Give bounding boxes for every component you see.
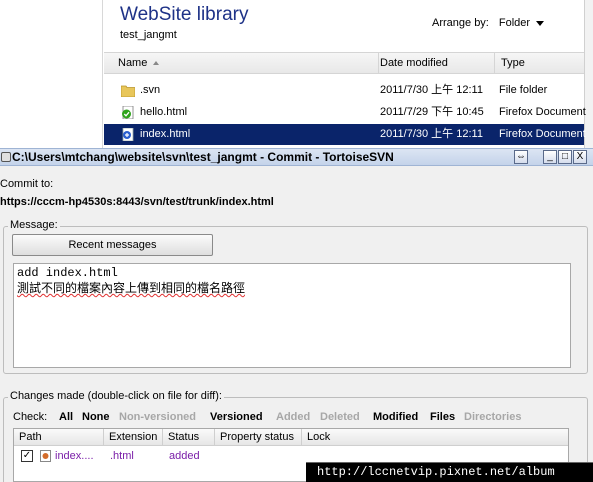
file-type: Firefox Document (499, 128, 586, 140)
commit-to-label: Commit to: (0, 178, 54, 190)
file-row-selected[interactable]: index.html 2011/7/30 上午 12:11 Firefox Do… (104, 124, 586, 145)
recent-messages-button[interactable]: Recent messages (12, 234, 213, 256)
commit-url: https://cccm-hp4530s:8443/svn/test/trunk… (0, 196, 274, 208)
file-row[interactable]: hello.html 2011/7/29 下午 10:45 Firefox Do… (104, 102, 586, 123)
chevron-down-icon[interactable] (536, 20, 545, 26)
commit-message-input[interactable]: add index.html 測試不同的檔案內容上傳到相同的檔名路徑 (13, 263, 571, 368)
close-button[interactable]: X (573, 150, 587, 164)
column-header-status[interactable]: Status (163, 429, 215, 446)
arrange-by-value[interactable]: Folder (499, 17, 530, 29)
folder-icon (121, 85, 135, 97)
dialog-title-bar[interactable]: C:\Users\mtchang\website\svn\test_jangmt… (0, 148, 593, 166)
column-header-property-status[interactable]: Property status (215, 429, 302, 446)
file-name: index.html (140, 128, 191, 140)
file-checkbox[interactable]: ✓ (21, 450, 33, 462)
filter-all[interactable]: All (59, 411, 73, 423)
watermark: http://lccnetvip.pixnet.net/album (306, 462, 593, 482)
file-name: .svn (140, 84, 161, 96)
tortoisesvn-app-icon (1, 152, 11, 162)
changes-group-title: Changes made (double-click on file for d… (8, 390, 224, 402)
filter-versioned[interactable]: Versioned (210, 411, 263, 423)
check-label: Check: (13, 411, 48, 423)
navigation-pane (0, 0, 103, 148)
file-date: 2011/7/29 下午 10:45 (380, 106, 484, 118)
restore-size-button[interactable]: ⇔ (514, 150, 528, 164)
file-type: File folder (499, 84, 548, 96)
commit-dialog: C:\Users\mtchang\website\svn\test_jangmt… (0, 148, 593, 482)
filter-directories: Directories (464, 411, 522, 423)
dialog-title: C:\Users\mtchang\website\svn\test_jangmt… (12, 150, 394, 164)
column-header-name[interactable]: Name (112, 53, 379, 74)
filter-files[interactable]: Files (430, 411, 455, 423)
column-header-lock[interactable]: Lock (302, 429, 568, 446)
message-line: 測試不同的檔案內容上傳到相同的檔名路徑 (17, 281, 246, 295)
minimize-button[interactable]: _ (543, 150, 557, 164)
file-row[interactable]: .svn 2011/7/30 上午 12:11 File folder (104, 80, 584, 101)
sort-ascending-icon (153, 61, 160, 66)
explorer-window: WebSite library test_jangmt Arrange by: F… (0, 0, 593, 148)
column-header-name-label: Name (118, 57, 148, 69)
file-path: index.... (55, 450, 94, 462)
message-group-title: Message: (8, 219, 60, 231)
library-title: WebSite library (120, 4, 249, 25)
arrange-by-control[interactable]: Arrange by: Folder (432, 17, 545, 29)
filter-deleted: Deleted (320, 411, 360, 423)
svn-ok-file-icon (122, 106, 134, 119)
message-line: add index.html (17, 266, 118, 280)
file-status: added (169, 450, 200, 462)
column-header-type[interactable]: Type (495, 53, 593, 74)
file-date: 2011/7/30 上午 12:11 (380, 128, 483, 140)
file-name: hello.html (140, 106, 188, 118)
library-subtitle: test_jangmt (120, 29, 177, 41)
html-file-icon (40, 450, 51, 462)
column-header-path[interactable]: Path (14, 429, 104, 446)
svn-added-file-icon (122, 128, 134, 141)
file-list-header: Path Extension Status Property status Lo… (14, 429, 568, 446)
file-type: Firefox Document (499, 106, 586, 118)
file-extension: .html (110, 450, 134, 462)
maximize-button[interactable]: □ (558, 150, 572, 164)
filter-none[interactable]: None (82, 411, 110, 423)
column-header-extension[interactable]: Extension (104, 429, 163, 446)
filter-non-versioned: Non-versioned (119, 411, 197, 423)
file-date: 2011/7/30 上午 12:11 (380, 84, 483, 96)
arrange-by-label: Arrange by: (432, 17, 489, 29)
filter-added: Added (276, 411, 311, 423)
column-header-row: Name Date modified Type (104, 52, 584, 74)
column-header-date-modified[interactable]: Date modified (374, 53, 495, 74)
filter-modified[interactable]: Modified (373, 411, 418, 423)
